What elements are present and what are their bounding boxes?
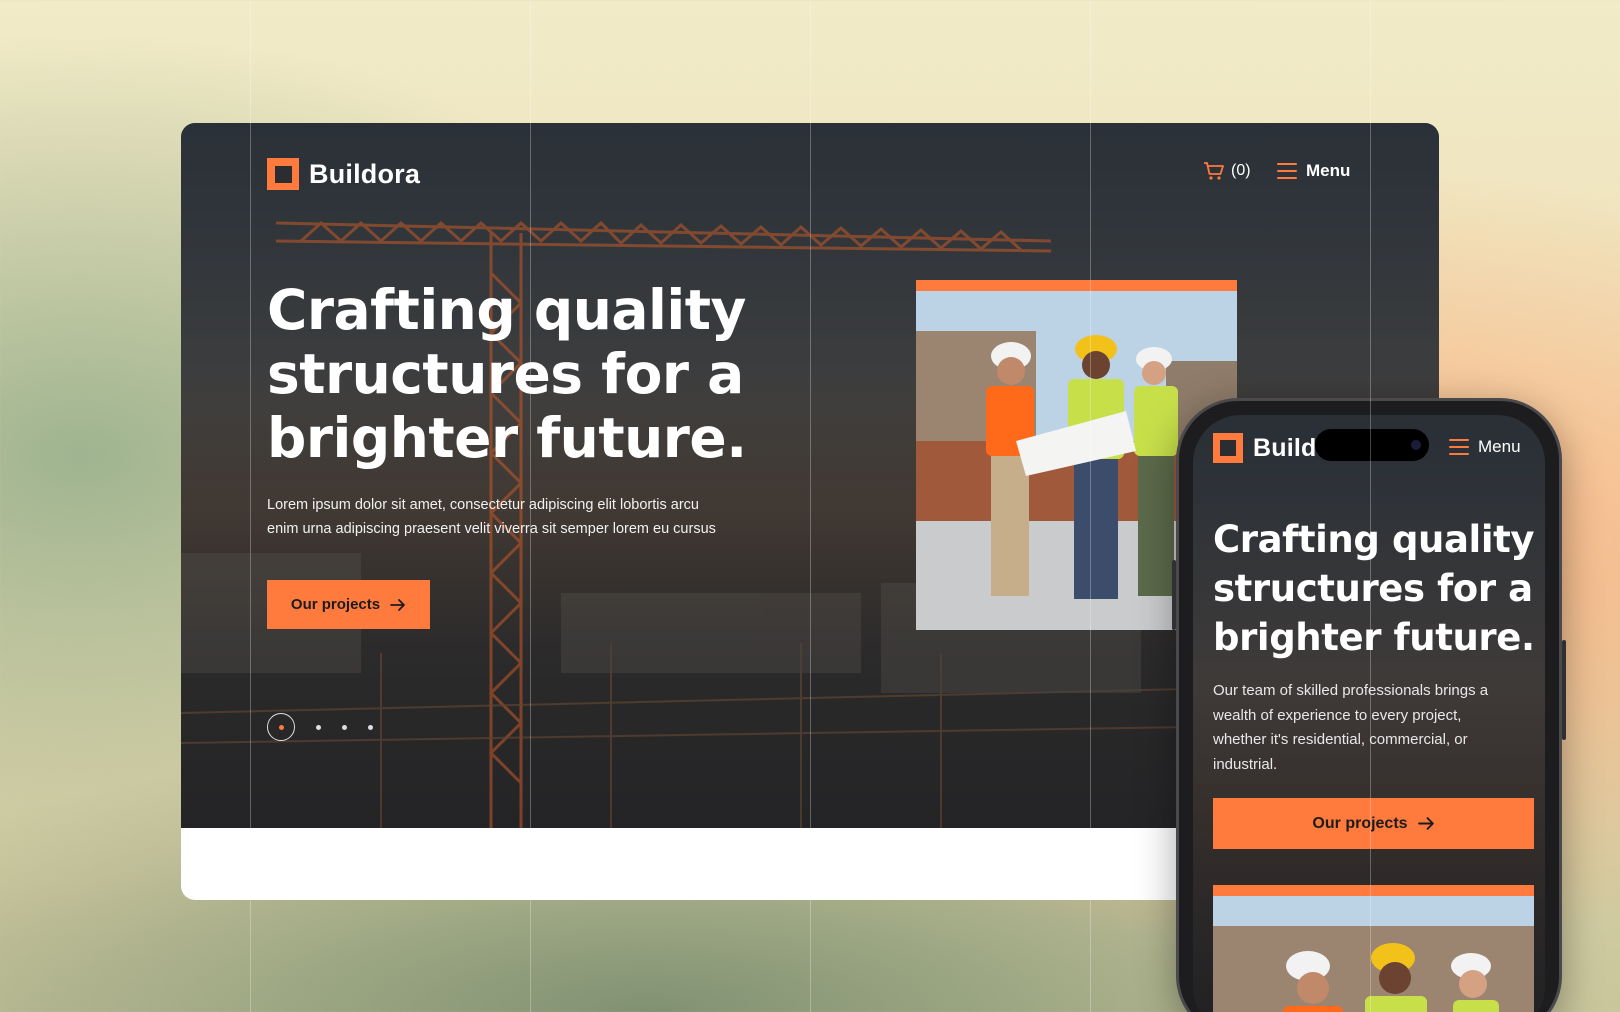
slide-dot[interactable] <box>316 724 321 730</box>
mobile-workers-photo <box>1213 896 1534 1012</box>
slide-dot[interactable] <box>368 724 373 730</box>
headline-line: Crafting quality <box>267 278 746 342</box>
mobile-our-projects-button[interactable]: Our projects <box>1213 798 1534 849</box>
dynamic-island <box>1315 429 1429 461</box>
cart-button[interactable]: (0) <box>1203 161 1251 181</box>
mobile-brand-logo[interactable]: Builde <box>1213 433 1331 463</box>
camera-icon <box>1411 440 1421 450</box>
hero-lead: Lorem ipsum dolor sit amet, consectetur … <box>267 493 747 541</box>
lead-line: Lorem ipsum dolor sit amet, consectetur … <box>267 497 699 513</box>
brand-logo[interactable]: Buildora <box>267 158 420 190</box>
photo-accent-bar <box>916 280 1237 291</box>
phone-power-button <box>1562 640 1566 740</box>
headline-line: brighter future. <box>1213 616 1535 659</box>
phone-mockup: Builde Menu Crafting quality structures … <box>1176 398 1562 1012</box>
hamburger-icon <box>1277 163 1297 179</box>
slider-pagination <box>267 713 373 741</box>
mobile-hero-lead: Our team of skilled professionals brings… <box>1213 682 1489 773</box>
cart-icon <box>1204 162 1224 180</box>
arrow-right-icon <box>390 598 405 611</box>
lead-line: enim urna adipiscing praesent velit vive… <box>267 521 716 537</box>
brand-name: Buildora <box>309 158 421 189</box>
slide-dot-active[interactable] <box>267 713 295 741</box>
logo-mark-icon <box>267 158 299 190</box>
headline-line: brighter future. <box>267 406 747 470</box>
cta-label: Our projects <box>1312 814 1408 832</box>
hamburger-icon <box>1449 439 1469 455</box>
mobile-menu-button[interactable]: Menu <box>1449 437 1521 457</box>
mobile-menu-label: Menu <box>1478 437 1521 456</box>
arrow-right-icon <box>1417 817 1434 830</box>
menu-button[interactable]: Menu <box>1277 161 1350 181</box>
cta-label: Our projects <box>290 596 381 613</box>
hero-headline: Crafting quality structures for a bright… <box>267 278 827 470</box>
mobile-hero-headline: Crafting quality structures for a bright… <box>1213 515 1543 662</box>
logo-mark-icon <box>1213 433 1243 463</box>
headline-line: structures for a <box>1213 567 1533 610</box>
our-projects-button[interactable]: Our projects <box>267 580 430 629</box>
cart-count: (0) <box>1231 162 1251 179</box>
headline-line: Crafting quality <box>1213 518 1535 561</box>
headline-line: structures for a <box>267 342 744 406</box>
menu-label: Menu <box>1306 161 1351 180</box>
photo-accent-bar <box>1213 885 1534 896</box>
phone-screen: Builde Menu Crafting quality structures … <box>1193 415 1545 1012</box>
slide-dot[interactable] <box>342 724 347 730</box>
